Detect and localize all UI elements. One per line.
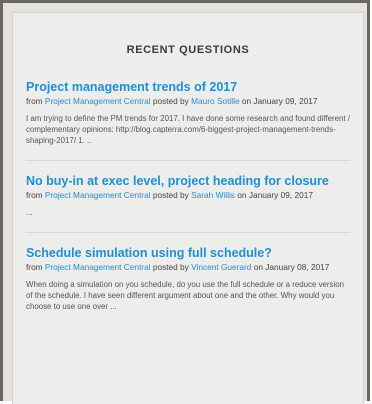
widget-heading: RECENT QUESTIONS	[126, 44, 250, 56]
post-date: January 08, 2017	[265, 262, 330, 272]
question-item: Project management trends of 2017 from P…	[26, 80, 350, 161]
source-link[interactable]: Project Management Central	[45, 96, 151, 106]
question-excerpt: ...	[26, 208, 33, 217]
widget-frame: RECENT QUESTIONS Project management tren…	[0, 0, 370, 404]
question-excerpt: I am trying to define the PM trends for …	[26, 114, 351, 145]
author-link[interactable]: Mauro Sotille	[191, 96, 239, 106]
posted-by-text: posted by	[152, 96, 189, 106]
from-text: from	[26, 96, 43, 106]
source-link[interactable]: Project Management Central	[45, 262, 151, 272]
question-meta: from Project Management Central posted b…	[26, 262, 350, 273]
question-item: Schedule simulation using full schedule?…	[26, 246, 350, 326]
question-meta: from Project Management Central posted b…	[26, 190, 350, 201]
post-date: January 09, 2017	[248, 190, 313, 200]
author-link[interactable]: Vincent Guerard	[191, 262, 251, 272]
on-text: on	[237, 190, 247, 200]
recent-questions-panel: RECENT QUESTIONS Project management tren…	[12, 12, 364, 404]
question-meta: from Project Management Central posted b…	[26, 96, 350, 107]
question-title-link[interactable]: No buy-in at exec level, project heading…	[26, 174, 350, 189]
on-text: on	[241, 96, 252, 106]
from-text: from	[26, 190, 43, 200]
question-title-link[interactable]: Project management trends of 2017	[26, 80, 350, 95]
posted-by-text: posted by	[152, 190, 189, 200]
question-item: No buy-in at exec level, project heading…	[26, 174, 350, 233]
posted-by-text: posted by	[152, 262, 189, 272]
post-date: January 09, 2017	[253, 96, 318, 106]
question-title-link[interactable]: Schedule simulation using full schedule?	[26, 246, 350, 261]
question-excerpt: When doing a simulation on you schedule,…	[26, 280, 345, 311]
source-link[interactable]: Project Management Central	[45, 190, 151, 200]
from-text: from	[26, 262, 43, 272]
author-link[interactable]: Sarah Willis	[191, 190, 235, 200]
on-text: on	[253, 262, 263, 272]
